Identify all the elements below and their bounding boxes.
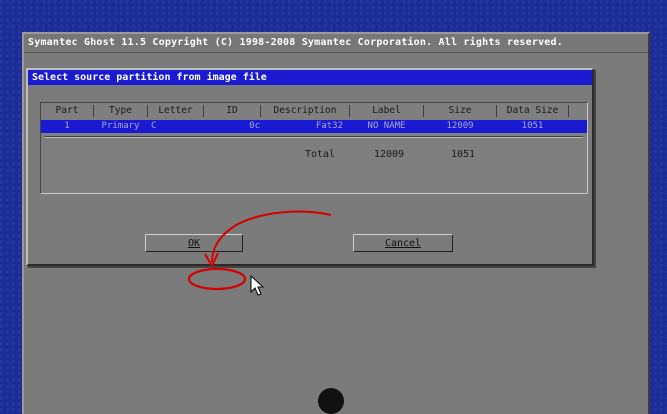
cell-description: Fat32 — [315, 121, 343, 131]
column-header-row: Part Type Letter ID Description Label Si… — [41, 105, 587, 118]
column-size[interactable]: Size — [424, 105, 497, 117]
cell-label: NO NAME — [367, 121, 406, 131]
column-id[interactable]: ID — [204, 105, 261, 117]
total-row: Total 12009 1051 — [41, 148, 587, 161]
select-partition-dialog: Select source partition from image file … — [26, 68, 594, 266]
partition-row[interactable]: 1 Primary C 0c Fat32 NO NAME 12009 1051 — [41, 120, 587, 133]
cell-size: 12009 — [446, 121, 474, 131]
ok-button[interactable]: OK — [145, 234, 243, 252]
cell-type: Primary — [101, 121, 140, 131]
cell-data-size: 1051 — [521, 121, 544, 131]
column-description[interactable]: Description — [261, 105, 350, 117]
mouse-pointer-icon — [250, 275, 264, 296]
cell-id: 0c — [249, 121, 260, 131]
column-type[interactable]: Type — [94, 105, 148, 117]
partition-list[interactable]: Part Type Letter ID Description Label Si… — [40, 102, 588, 194]
list-divider — [45, 136, 583, 138]
ok-button-label: OK — [187, 238, 201, 249]
cell-letter: C — [151, 121, 157, 131]
total-label: Total — [304, 149, 336, 160]
cancel-button[interactable]: Cancel — [353, 234, 453, 252]
ghost-logo-icon — [318, 388, 344, 414]
column-data-size[interactable]: Data Size — [497, 105, 569, 117]
column-letter[interactable]: Letter — [148, 105, 204, 117]
total-data-size: 1051 — [450, 149, 476, 160]
cancel-button-label: Cancel — [384, 238, 422, 249]
total-size: 12009 — [373, 149, 405, 160]
app-title-bar: Symantec Ghost 11.5 Copyright (C) 1998-2… — [24, 34, 648, 53]
column-label[interactable]: Label — [350, 105, 424, 117]
column-part[interactable]: Part — [41, 105, 94, 117]
dialog-title: Select source partition from image file — [28, 70, 592, 85]
cell-part: 1 — [64, 121, 70, 131]
